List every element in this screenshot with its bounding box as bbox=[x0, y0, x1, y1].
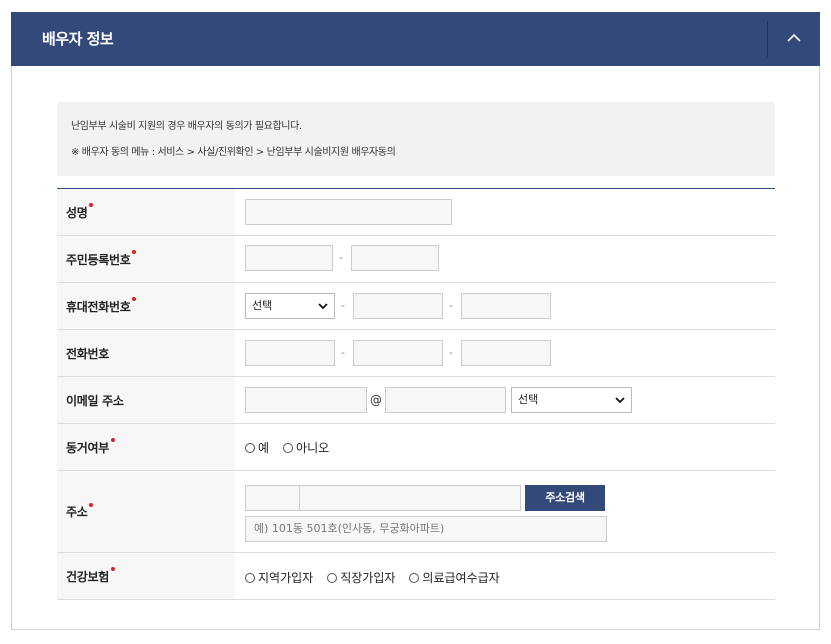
insurance-label: 건강보험 bbox=[57, 553, 235, 599]
cohabit-no-radio[interactable]: 아니오 bbox=[283, 439, 329, 456]
notice-box: 난임부부 시술비 지원의 경우 배우자의 동의가 필요합니다. ※ 배우자 동의… bbox=[57, 102, 775, 176]
rrn-separator: - bbox=[339, 251, 343, 264]
insurance-radio-group: 지역가입자 직장가입자 의료급여수급자 bbox=[245, 569, 514, 586]
rrn-front-input[interactable] bbox=[245, 245, 333, 271]
phone-separator-1: - bbox=[341, 346, 345, 359]
cohabit-radio-group: 예 아니오 bbox=[245, 439, 343, 456]
collapse-button[interactable] bbox=[768, 12, 820, 66]
row-address: 주소 주소검색 예) 101동 501호(인사동, 무궁화아파트) bbox=[57, 471, 775, 553]
insurance-workplace-radio[interactable]: 직장가입자 bbox=[327, 569, 395, 586]
row-rrn: 주민등록번호 - bbox=[57, 236, 775, 283]
email-label: 이메일 주소 bbox=[57, 377, 235, 423]
required-dot bbox=[89, 203, 94, 207]
mobile-separator-2: - bbox=[449, 299, 453, 312]
email-domain-input[interactable] bbox=[385, 387, 506, 413]
required-dot bbox=[110, 438, 115, 442]
rrn-label: 주민등록번호 bbox=[57, 236, 235, 282]
email-local-input[interactable] bbox=[245, 387, 367, 413]
email-at-sign: @ bbox=[370, 393, 382, 407]
address-search-button[interactable]: 주소검색 bbox=[525, 485, 605, 511]
address-main-input[interactable] bbox=[299, 485, 521, 511]
address-label: 주소 bbox=[57, 471, 235, 552]
zipcode-input[interactable] bbox=[245, 485, 301, 511]
phone-area-input[interactable] bbox=[245, 340, 335, 366]
row-mobile: 휴대전화번호 선택 - - bbox=[57, 283, 775, 330]
mobile-separator-1: - bbox=[341, 299, 345, 312]
panel-header: 배우자 정보 bbox=[11, 12, 820, 66]
phone-last-input[interactable] bbox=[461, 340, 551, 366]
chevron-down-icon bbox=[615, 397, 625, 404]
cohabit-label: 동거여부 bbox=[57, 424, 235, 470]
mobile-prefix-select[interactable]: 선택 bbox=[245, 293, 335, 319]
row-cohabit: 동거여부 예 아니오 bbox=[57, 424, 775, 471]
mobile-middle-input[interactable] bbox=[353, 293, 443, 319]
mobile-label: 휴대전화번호 bbox=[57, 283, 235, 329]
name-input[interactable] bbox=[245, 199, 452, 225]
row-email: 이메일 주소 @ 선택 bbox=[57, 377, 775, 424]
phone-separator-2: - bbox=[449, 346, 453, 359]
notice-line-1: 난임부부 시술비 지원의 경우 배우자의 동의가 필요합니다. bbox=[71, 121, 302, 132]
phone-label: 전화번호 bbox=[57, 330, 235, 376]
radio-circle-icon bbox=[245, 572, 255, 583]
insurance-medicalaid-radio[interactable]: 의료급여수급자 bbox=[409, 569, 500, 586]
cohabit-yes-radio[interactable]: 예 bbox=[245, 439, 269, 456]
phone-middle-input[interactable] bbox=[353, 340, 443, 366]
required-dot bbox=[132, 297, 137, 301]
required-dot bbox=[89, 502, 94, 507]
email-domain-select[interactable]: 선택 bbox=[511, 387, 632, 413]
row-phone: 전화번호 - - bbox=[57, 330, 775, 377]
chevron-down-icon bbox=[318, 303, 328, 310]
radio-circle-icon bbox=[283, 442, 294, 453]
required-dot bbox=[132, 250, 137, 254]
panel-title: 배우자 정보 bbox=[42, 30, 114, 48]
row-name: 성명 bbox=[57, 189, 775, 236]
radio-circle-icon bbox=[327, 572, 338, 583]
row-insurance: 건강보험 지역가입자 직장가입자 의료급여수급자 bbox=[57, 553, 775, 600]
chevron-up-icon bbox=[787, 33, 801, 42]
address-detail-input[interactable]: 예) 101동 501호(인사동, 무궁화아파트) bbox=[245, 516, 607, 542]
radio-circle-icon bbox=[245, 442, 255, 453]
notice-line-2: ※ 배우자 동의 메뉴 : 서비스 > 사실/진위확인 > 난임부부 시술비지원… bbox=[71, 147, 396, 158]
mobile-last-input[interactable] bbox=[461, 293, 551, 319]
rrn-back-input[interactable] bbox=[351, 245, 439, 271]
radio-circle-icon bbox=[409, 572, 420, 583]
required-dot bbox=[110, 567, 115, 571]
name-label: 성명 bbox=[57, 189, 235, 235]
spouse-form: 성명 주민등록번호 - 휴대전화번호 선택 - - 전화번호 - - 이메일 주… bbox=[57, 188, 775, 600]
insurance-regional-radio[interactable]: 지역가입자 bbox=[245, 569, 313, 586]
